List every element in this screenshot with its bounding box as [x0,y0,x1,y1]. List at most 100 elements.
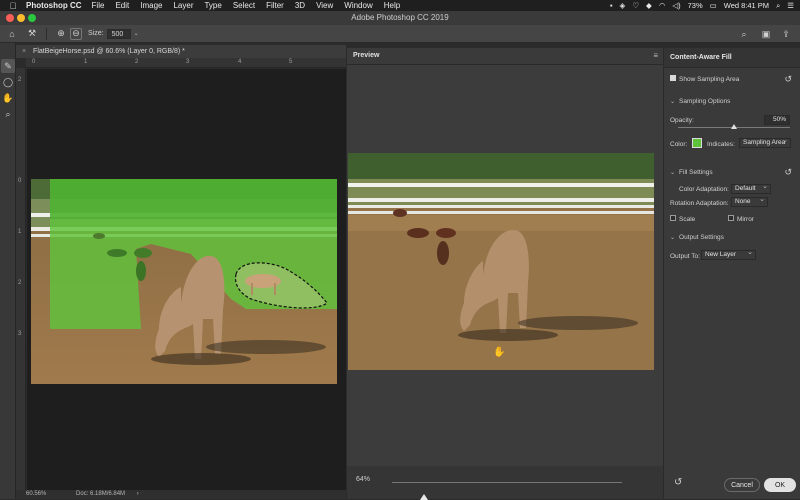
rotation-adaptation-dropdown[interactable]: None [731,196,768,207]
camera-icon[interactable]: ▪ [610,1,613,10]
color-swatch[interactable] [692,138,702,148]
heart-icon[interactable]: ♡ [632,1,639,10]
menu-filter[interactable]: Filter [266,1,284,10]
color-adaptation-dropdown[interactable]: Default [731,183,771,194]
brush-preset-icon[interactable]: ⚒ [26,28,38,40]
share-icon[interactable]: ⇪ [780,28,792,40]
workspace-icon[interactable]: ▣ [760,28,772,40]
fill-settings-header[interactable]: ⌄ Fill Settings [670,169,713,176]
menu-type[interactable]: Type [204,1,221,10]
menu-image[interactable]: Image [140,1,162,10]
opacity-slider[interactable] [678,124,790,129]
indicates-label: Indicates: [707,141,735,148]
size-input[interactable]: 500 [106,28,131,39]
ruler-label: 0 [32,59,36,65]
sampling-brush-icon[interactable]: ✎ [1,59,15,73]
preview-area[interactable]: ✋ [347,65,663,466]
indicates-dropdown[interactable]: Sampling Area [739,137,791,148]
output-to-dropdown[interactable]: New Layer [701,249,756,260]
mirror-checkbox[interactable] [728,215,734,222]
status-arrow-icon[interactable]: › [137,491,139,497]
panel-menu-icon[interactable]: ≡ [653,51,658,60]
minimize-window-button[interactable] [17,14,25,22]
battery-percent[interactable]: 73% [688,1,703,10]
show-sampling-checkbox[interactable] [670,75,676,82]
lasso-icon[interactable]: ◯ [1,75,15,89]
scale-row[interactable]: Scale [670,215,696,223]
menu-select[interactable]: Select [233,1,255,10]
dropbox-icon[interactable]: ◆ [646,1,652,10]
horizontal-ruler[interactable]: 0 1 2 3 4 5 [26,58,346,68]
ruler-label: 3 [186,59,190,65]
document-tab-label: FlatBeigeHorse.psd @ 60.6% (Layer 0, RGB… [33,48,185,55]
search-icon[interactable]: ⌕ [776,1,780,11]
output-settings-label: Output Settings [679,234,724,241]
volume-icon[interactable]: ◁) [672,1,680,10]
preview-zoom-value[interactable]: 64% [356,476,370,483]
battery-icon[interactable]: ▭ [710,1,717,10]
vertical-ruler[interactable]: 2 0 1 2 3 [16,68,26,490]
sampling-options-header[interactable]: ⌄ Sampling Options [670,98,730,105]
doc-size-status: Doc: 6.18M/6.84M [76,491,126,497]
search-icon[interactable]: ⌕ [738,28,750,40]
menu-bar:  Photoshop CC File Edit Image Layer Typ… [0,0,800,11]
menu-view[interactable]: View [316,1,333,10]
chevron-down-icon: ⌄ [670,170,676,176]
chevron-down-icon: ⌄ [670,235,676,241]
scale-checkbox[interactable] [670,215,676,222]
menu-edit[interactable]: Edit [115,1,129,10]
content-aware-fill-panel: Content-Aware Fill Show Sampling Area ↺ … [663,48,800,499]
reset-sampling-icon[interactable]: ↺ [784,74,792,85]
ruler-label: 3 [18,331,22,337]
preview-controls: 64% [347,466,663,500]
apple-icon[interactable]:  [0,1,26,11]
document-image[interactable] [27,69,346,490]
output-settings-header[interactable]: ⌄ Output Settings [670,234,724,241]
reset-fill-icon[interactable]: ↺ [784,167,792,178]
separator [46,27,47,40]
close-tab-icon[interactable]: × [22,48,26,55]
preview-image[interactable]: ✋ [347,65,663,466]
ruler-label: 2 [18,280,22,286]
menu-layer[interactable]: Layer [173,1,193,10]
menu-3d[interactable]: 3D [295,1,305,10]
ok-button[interactable]: OK [764,478,796,492]
opacity-slider-thumb[interactable] [731,124,737,129]
mirror-row[interactable]: Mirror [728,215,754,223]
preview-tab[interactable]: Preview [353,52,379,59]
ruler-label: 2 [18,77,22,83]
zoom-icon[interactable]: ⌕ [1,107,15,121]
ruler-label: 5 [289,59,293,65]
app-menu[interactable]: Photoshop CC [26,1,82,10]
add-to-sample-icon[interactable]: ⊕ [55,28,67,40]
ruler-label: 4 [238,59,242,65]
sampling-options-label: Sampling Options [679,98,731,105]
list-icon[interactable]: ☰ [787,1,794,10]
scale-label: Scale [679,216,696,223]
output-to-label: Output To: [670,253,700,260]
subtract-from-sample-icon[interactable]: ⊖ [70,27,82,40]
menu-help[interactable]: Help [384,1,400,10]
menu-file[interactable]: File [92,1,105,10]
preview-zoom-slider[interactable] [392,482,622,500]
close-window-button[interactable] [6,14,14,22]
document-canvas[interactable] [27,69,346,490]
wifi-icon[interactable]: ◠ [659,1,666,10]
zoom-window-button[interactable] [28,14,36,22]
cancel-button[interactable]: Cancel [724,478,760,492]
toolbar: ✎ ◯ ✋ ⌕ [0,43,16,499]
reset-all-icon[interactable]: ↺ [674,477,682,488]
size-dropdown-icon[interactable]: ⌄ [134,30,139,37]
shield-icon[interactable]: ◈ [620,1,626,10]
preview-zoom-thumb[interactable] [420,494,429,500]
home-icon[interactable]: ⌂ [6,28,18,40]
chevron-down-icon: ⌄ [670,99,676,105]
menu-window[interactable]: Window [344,1,372,10]
zoom-status[interactable]: 60.56% [26,491,46,497]
opacity-input[interactable]: 50% [764,115,790,125]
document-tab[interactable]: × FlatBeigeHorse.psd @ 60.6% (Layer 0, R… [16,45,346,58]
size-label: Size: [88,30,104,37]
hand-icon[interactable]: ✋ [1,91,15,105]
clock[interactable]: Wed 8:41 PM [724,1,769,10]
show-sampling-row[interactable]: Show Sampling Area [670,75,739,83]
